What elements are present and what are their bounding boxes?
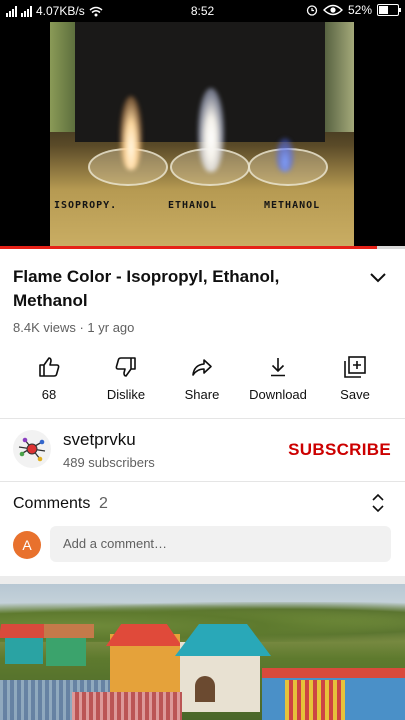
- save-playlist-icon: [344, 356, 366, 378]
- share-label: Share: [184, 387, 220, 402]
- channel-row[interactable]: svetprvku 489 subscribers SUBSCRIBE: [0, 420, 405, 480]
- thumbs-up-icon: [39, 357, 60, 377]
- molecule-logo-icon: [18, 437, 46, 462]
- comments-section[interactable]: Comments 2 A Add a comment…: [0, 481, 405, 576]
- flame-isopropyl: [120, 96, 142, 170]
- user-avatar[interactable]: A: [13, 531, 41, 559]
- video-progress-played: [0, 246, 377, 249]
- battery-percent: 52%: [347, 3, 372, 17]
- video-player[interactable]: ISOPROPY. ETHANOL METHANOL: [0, 22, 405, 248]
- save-label: Save: [340, 387, 370, 402]
- like-count: 68: [41, 387, 57, 402]
- subscriber-count: 489 subscribers: [63, 455, 155, 470]
- action-bar: 68 Dislike Share Download Save: [0, 355, 405, 407]
- channel-avatar[interactable]: [13, 430, 51, 468]
- video-title[interactable]: Flame Color - Isopropyl, Ethanol, Methan…: [13, 265, 343, 313]
- download-label: Download: [249, 387, 307, 402]
- flame-methanol: [276, 138, 294, 172]
- expand-collapse-icon[interactable]: [371, 493, 385, 513]
- video-label: ETHANOL: [168, 200, 218, 211]
- video-label: METHANOL: [264, 200, 321, 211]
- video-meta: 8.4K views · 1 yr ago: [13, 320, 135, 335]
- eye-icon: [322, 4, 343, 16]
- like-button[interactable]: 68: [9, 355, 89, 402]
- flame-ethanol: [198, 88, 224, 172]
- comments-title: Comments: [13, 495, 91, 512]
- divider: [0, 418, 405, 419]
- battery-icon: [377, 4, 401, 16]
- video-progress-bar[interactable]: [0, 246, 405, 249]
- section-separator: [0, 576, 405, 584]
- alarm-icon: [306, 5, 318, 16]
- status-bar: 4.07KB/s 8:52 52%: [0, 0, 405, 22]
- wire-cage: [72, 692, 182, 720]
- add-comment-input[interactable]: Add a comment…: [50, 526, 391, 562]
- save-button[interactable]: Save: [315, 355, 395, 402]
- next-video-thumbnail[interactable]: [0, 584, 405, 720]
- video-frame[interactable]: ISOPROPY. ETHANOL METHANOL: [50, 22, 354, 246]
- subscribe-button[interactable]: SUBSCRIBE: [288, 440, 391, 460]
- dislike-label: Dislike: [106, 387, 146, 402]
- share-icon: [192, 359, 212, 376]
- share-button[interactable]: Share: [162, 355, 242, 402]
- video-label: ISOPROPY.: [54, 200, 118, 211]
- comment-placeholder: Add a comment…: [63, 536, 168, 551]
- channel-name[interactable]: svetprvku: [63, 430, 136, 450]
- thumbs-down-icon: [115, 357, 136, 377]
- download-button[interactable]: Download: [238, 355, 318, 402]
- comments-count: 2: [99, 495, 108, 512]
- dislike-button[interactable]: Dislike: [86, 355, 166, 402]
- download-icon: [271, 358, 285, 377]
- chevron-down-icon[interactable]: [367, 270, 389, 286]
